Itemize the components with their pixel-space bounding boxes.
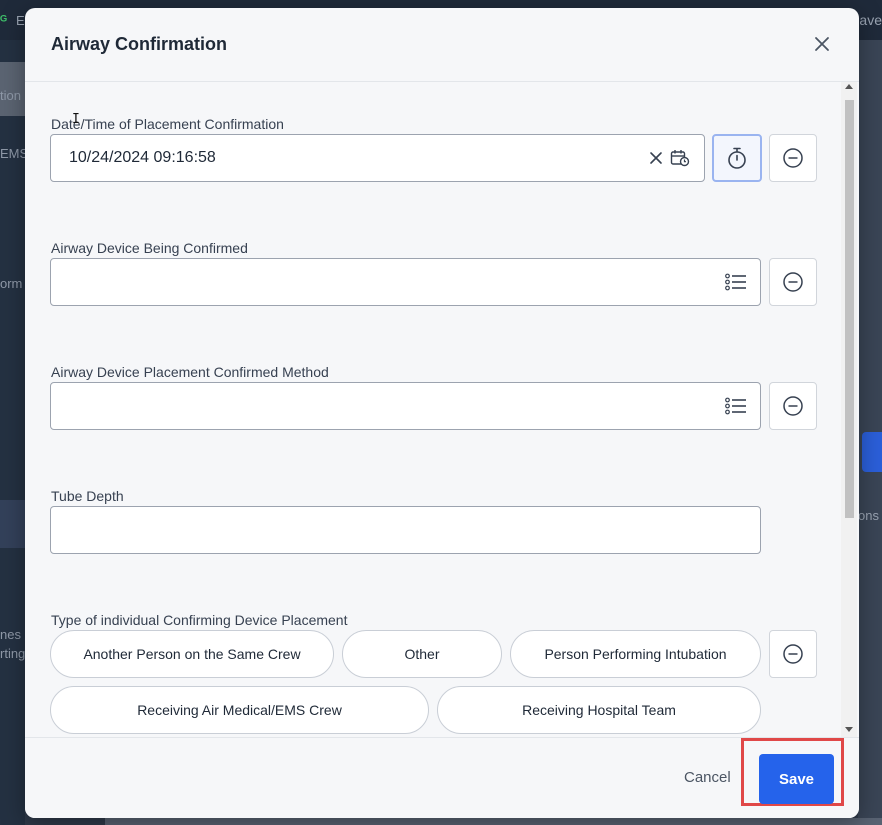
list-icon[interactable] [725,395,747,417]
cancel-button[interactable]: Cancel [684,769,731,786]
modal-footer: Cancel Save [25,737,859,818]
minus-circle-icon [783,396,803,416]
remove-device-button[interactable] [769,258,817,306]
scroll-down-arrow-icon[interactable] [845,727,853,732]
scroll-thumb[interactable] [845,100,854,518]
background-sidebar-text: nes a [0,627,25,642]
option-same-crew[interactable]: Another Person on the Same Crew [50,630,334,678]
device-label: Airway Device Being Confirmed [51,240,248,256]
scroll-up-arrow-icon[interactable] [845,84,853,89]
option-other[interactable]: Other [342,630,502,678]
datetime-input[interactable]: 10/24/2024 09:16:58 [50,134,705,182]
stopwatch-button[interactable] [712,134,762,182]
option-person-performing-intubation[interactable]: Person Performing Intubation [510,630,761,678]
background-right-button [862,432,882,472]
minus-circle-icon [783,148,803,168]
tube-depth-label: Tube Depth [51,488,124,504]
confirming-individual-label: Type of individual Confirming Device Pla… [51,612,348,628]
airway-confirmation-modal: Airway Confirmation Date/Time of Placeme… [25,8,859,818]
minus-circle-icon [783,644,803,664]
modal-title: Airway Confirmation [51,34,228,54]
background-sidebar-text: rting [0,646,25,661]
remove-datetime-button[interactable] [769,134,817,182]
text-cursor-icon: I [72,112,80,127]
background-sidebar-text: EMS [0,146,25,161]
method-select[interactable] [50,382,761,430]
background-sidebar-text: orm [0,276,23,291]
remove-method-button[interactable] [769,382,817,430]
close-icon[interactable] [811,33,833,55]
background-sidebar-text: tion [0,88,21,103]
stopwatch-icon [728,147,746,169]
option-air-medical-ems-crew[interactable]: Receiving Air Medical/EMS Crew [50,686,429,734]
background-sidebar-highlight [0,500,25,548]
app-logo-icon: ᴳ [0,12,8,28]
clear-icon[interactable] [645,147,667,169]
remove-confirming-individual-button[interactable] [769,630,817,678]
datetime-label: Date/Time of Placement Confirmation [51,116,284,132]
option-receiving-hospital-team[interactable]: Receiving Hospital Team [437,686,761,734]
modal-body: Date/Time of Placement Confirmation 10/2… [25,82,859,737]
tube-depth-input[interactable] [50,506,761,554]
background-right-text: ons [858,508,879,523]
background-app-name: E [16,13,25,28]
background-bottom-bar [105,818,882,825]
list-icon[interactable] [725,271,747,293]
modal-scrollbar[interactable] [841,82,857,737]
device-select[interactable] [50,258,761,306]
minus-circle-icon [783,272,803,292]
method-label: Airway Device Placement Confirmed Method [51,364,329,380]
save-button[interactable]: Save [759,754,834,804]
datetime-value: 10/24/2024 09:16:58 [69,149,216,166]
calendar-clock-icon[interactable] [669,147,691,169]
modal-header: Airway Confirmation [25,8,859,82]
